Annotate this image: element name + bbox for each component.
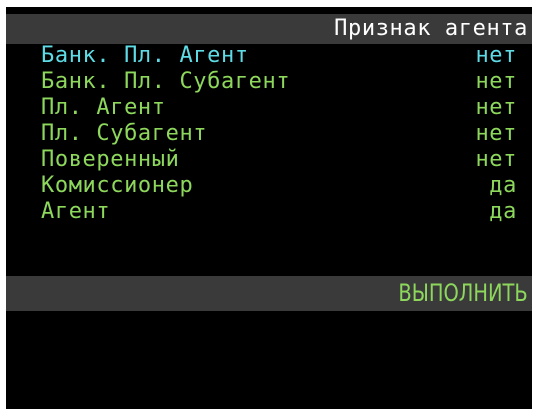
list-item-payment-subagent[interactable]: Пл. Субагент нет	[6, 121, 532, 147]
list-item-value: нет	[475, 95, 517, 120]
agent-attribute-list: Банк. Пл. Агент нет Банк. Пл. Субагент н…	[6, 43, 532, 225]
list-item-label: Пл. Агент	[41, 95, 166, 120]
list-item-value: нет	[475, 121, 517, 146]
list-item-label: Банк. Пл. Субагент	[41, 69, 291, 94]
list-item-attorney[interactable]: Поверенный нет	[6, 147, 532, 173]
list-item-bank-payment-agent[interactable]: Банк. Пл. Агент нет	[6, 43, 532, 69]
list-item-value: да	[489, 199, 517, 224]
list-item-value: нет	[475, 43, 517, 68]
header-bar: Признак агента	[6, 14, 532, 44]
list-item-value: да	[489, 173, 517, 198]
list-item-label: Поверенный	[41, 147, 180, 172]
list-item-label: Агент	[41, 199, 111, 224]
list-item-value: нет	[475, 69, 517, 94]
list-item-agent[interactable]: Агент да	[6, 199, 532, 225]
execute-button[interactable]: ВЫПОЛНИТЬ	[6, 276, 532, 311]
list-item-bank-payment-subagent[interactable]: Банк. Пл. Субагент нет	[6, 69, 532, 95]
list-item-payment-agent[interactable]: Пл. Агент нет	[6, 95, 532, 121]
list-item-label: Комиссионер	[41, 173, 194, 198]
execute-button-label: ВЫПОЛНИТЬ	[398, 279, 528, 307]
list-item-label: Пл. Субагент	[41, 121, 208, 146]
list-item-label: Банк. Пл. Агент	[41, 43, 249, 68]
page-title: Признак агента	[334, 16, 528, 41]
list-item-value: нет	[475, 147, 517, 172]
list-item-commission-agent[interactable]: Комиссионер да	[6, 173, 532, 199]
device-screen: Признак агента Банк. Пл. Агент нет Банк.…	[6, 7, 532, 409]
